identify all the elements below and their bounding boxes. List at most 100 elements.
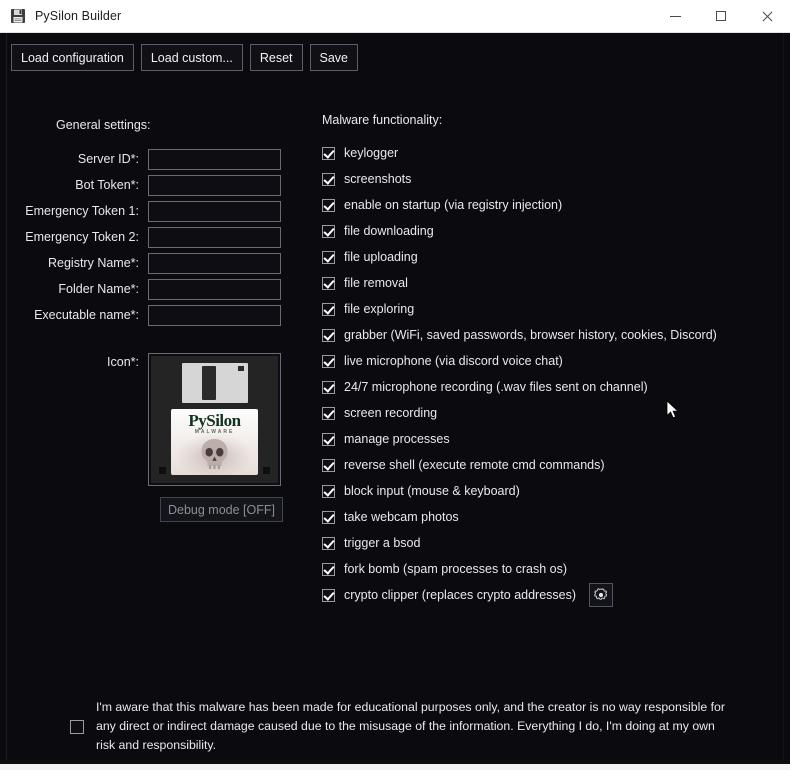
window-bottom-strip [0,764,790,770]
option-screenshots[interactable]: screenshots [322,166,742,192]
bot-token-label: Bot Token*: [75,178,139,192]
option-label: 24/7 microphone recording (.wav files se… [344,380,648,394]
field-row-emergency-token-1: Emergency Token 1: [0,200,290,222]
checkbox-file-exploring[interactable] [322,302,335,316]
field-row-folder-name: Folder Name*: [0,278,290,300]
floppy-hole-right [263,467,270,474]
checkbox-manage-processes[interactable] [322,432,335,446]
floppy-shutter [182,363,248,403]
toolbar: Load configuration Load custom... Reset … [11,44,359,71]
bot-token-input[interactable] [148,174,281,196]
option-label: trigger a bsod [344,536,421,550]
load-configuration-button[interactable]: Load configuration [11,44,134,71]
executable-name-label: Executable name*: [34,308,139,322]
client-area: Load configuration Load custom... Reset … [0,33,790,770]
disclaimer-checkbox[interactable] [70,719,84,734]
server-id-input[interactable] [148,148,281,170]
field-row-executable-name: Executable name*: [0,304,290,326]
option-block-input[interactable]: block input (mouse & keyboard) [322,478,742,504]
emergency-token-2-input[interactable] [148,226,281,248]
checkbox-file-uploading[interactable] [322,250,335,264]
floppy-disk-icon [10,8,26,24]
crypto-clipper-settings-button[interactable] [589,583,614,607]
option-enable-on-startup[interactable]: enable on startup (via registry injectio… [322,192,742,218]
option-trigger-bsod[interactable]: trigger a bsod [322,530,742,556]
checkbox-screenshots[interactable] [322,172,335,186]
option-label: screenshots [344,172,412,186]
emergency-token-1-input[interactable] [148,200,281,222]
checkbox-grabber[interactable] [322,328,335,342]
maximize-button[interactable] [698,0,744,33]
checkbox-live-microphone[interactable] [322,354,335,368]
option-label: reverse shell (execute remote cmd comman… [344,458,605,472]
checkbox-block-input[interactable] [322,484,335,498]
option-fork-bomb[interactable]: fork bomb (spam processes to crash os) [322,556,742,582]
disclaimer-text: I'm aware that this malware has been mad… [96,700,725,752]
registry-name-input[interactable] [148,252,281,274]
checkbox-enable-on-startup[interactable] [322,198,335,212]
save-button[interactable]: Save [309,44,359,71]
option-label: block input (mouse & keyboard) [344,484,520,498]
option-manage-processes[interactable]: manage processes [322,426,742,452]
option-grabber[interactable]: grabber (WiFi, saved passwords, browser … [322,322,742,348]
field-row-bot-token: Bot Token*: [0,174,290,196]
debug-mode-button[interactable]: Debug mode [OFF] [160,497,283,522]
pysilon-builder-window: PySilon Builder Load configuration Load … [0,0,790,770]
close-icon [762,11,773,22]
checkbox-webcam-photos[interactable] [322,510,335,524]
option-label: enable on startup (via registry injectio… [344,198,563,212]
option-file-uploading[interactable]: file uploading [322,244,742,270]
malware-functionality-panel: Malware functionality: keylogger screens… [322,113,742,608]
option-label: crypto clipper (replaces crypto addresse… [344,588,577,602]
floppy-slider [202,366,216,400]
checkbox-file-downloading[interactable] [322,224,335,238]
option-live-microphone[interactable]: live microphone (via discord voice chat) [322,348,742,374]
folder-name-input[interactable] [148,278,281,300]
close-button[interactable] [744,0,790,33]
option-label: file exploring [344,302,415,316]
option-file-downloading[interactable]: file downloading [322,218,742,244]
option-keylogger[interactable]: keylogger [322,140,742,166]
option-label: screen recording [344,406,438,420]
checkbox-microphone-recording[interactable] [322,380,335,394]
reset-button[interactable]: Reset [249,44,303,71]
emergency-token-1-label: Emergency Token 1: [25,204,139,218]
option-label: file downloading [344,224,434,238]
option-microphone-recording[interactable]: 24/7 microphone recording (.wav files se… [322,374,742,400]
floppy-hole-left [159,467,166,474]
option-label: file uploading [344,250,418,264]
executable-name-input[interactable] [148,304,281,326]
field-row-server-id: Server ID*: [0,148,290,170]
skull-icon [201,439,228,469]
option-file-exploring[interactable]: file exploring [322,296,742,322]
checkbox-screen-recording[interactable] [322,406,335,420]
option-webcam-photos[interactable]: take webcam photos [322,504,742,530]
load-custom-button[interactable]: Load custom... [140,44,243,71]
checkbox-reverse-shell[interactable] [322,458,335,472]
option-screen-recording[interactable]: screen recording [322,400,742,426]
checkbox-keylogger[interactable] [322,146,335,160]
checkbox-file-removal[interactable] [322,276,335,290]
option-crypto-clipper[interactable]: crypto clipper (replaces crypto addresse… [322,582,742,608]
window-controls [652,0,790,33]
floppy-notch [238,366,244,371]
option-label: grabber (WiFi, saved passwords, browser … [344,328,717,342]
floppy-label: PySilon MALWARE [171,409,258,475]
icon-label: Icon*: [107,355,139,369]
field-row-registry-name: Registry Name*: [0,252,290,274]
registry-name-label: Registry Name*: [48,256,139,270]
option-label: fork bomb (spam processes to crash os) [344,562,567,576]
option-reverse-shell[interactable]: reverse shell (execute remote cmd comman… [322,452,742,478]
option-label: keylogger [344,146,399,160]
checkbox-fork-bomb[interactable] [322,562,335,576]
checkbox-trigger-bsod[interactable] [322,536,335,550]
minimize-button[interactable] [652,0,698,33]
checkbox-crypto-clipper[interactable] [322,588,335,602]
icon-preview-button[interactable]: PySilon MALWARE [148,353,281,486]
general-settings-heading: General settings: [56,118,151,132]
icon-row: Icon*: PySilon MALWARE [0,353,281,486]
option-file-removal[interactable]: file removal [322,270,742,296]
option-label: manage processes [344,432,450,446]
maximize-icon [715,10,727,22]
disclaimer-row: I'm aware that this malware has been mad… [70,698,730,755]
